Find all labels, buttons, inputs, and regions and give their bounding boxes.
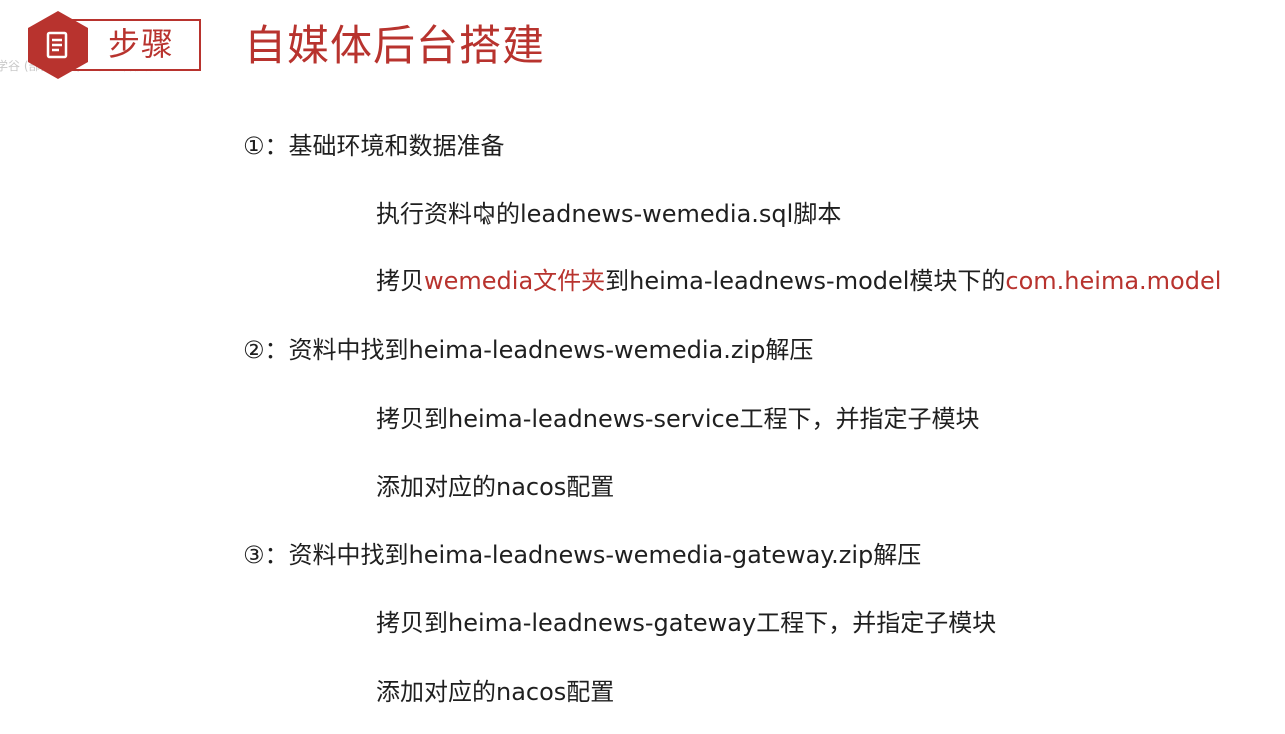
step-2-item-2: 添加对应的nacos配置: [376, 471, 614, 503]
page-title: 自媒体后台搭建: [244, 21, 546, 70]
step-3-heading: ③：资料中找到heima-leadnews-wemedia-gateway.zi…: [243, 539, 921, 571]
step-2-item-1-text: 拷贝到heima-leadnews-service工程下，并指定子模块: [376, 405, 980, 433]
step-3-item-1-text: 拷贝到heima-leadnews-gateway工程下，并指定子模块: [376, 609, 997, 637]
step-1-item-2-part-3: 到heima-leadnews-model模块下的: [605, 267, 1006, 295]
step-1-text: ：基础环境和数据准备: [264, 132, 505, 160]
step-2-text: ：资料中找到heima-leadnews-wemedia.zip解压: [264, 336, 814, 364]
step-1-item-1: 执行资料中的leadnews-wemedia.sql脚本: [376, 198, 841, 230]
step-2-item-2-text: 添加对应的nacos配置: [376, 473, 615, 501]
step-3-text: ：资料中找到heima-leadnews-wemedia-gateway.zip…: [264, 541, 922, 569]
step-3-item-1: 拷贝到heima-leadnews-gateway工程下，并指定子模块: [376, 607, 996, 639]
step-3-item-2: 添加对应的nacos配置: [376, 676, 614, 708]
step-2-heading: ②：资料中找到heima-leadnews-wemedia.zip解压: [243, 334, 813, 366]
step-1-heading: ①：基础环境和数据准备: [243, 130, 505, 162]
mouse-cursor-icon: [480, 205, 494, 225]
step-3-number: ③: [243, 541, 265, 569]
step-1-number: ①: [243, 132, 265, 160]
package-path-highlight: com.heima.model: [1005, 267, 1222, 295]
document-icon: [46, 31, 68, 59]
step-2-item-1: 拷贝到heima-leadnews-service工程下，并指定子模块: [376, 403, 980, 435]
step-1-item-1-text: 执行资料中的leadnews-wemedia.sql脚本: [376, 200, 842, 228]
step-1-item-2: 拷贝wemedia文件夹到heima-leadnews-model模块下的com…: [376, 265, 1221, 297]
wemedia-folder-highlight: wemedia文件夹: [424, 267, 606, 295]
step-3-item-2-text: 添加对应的nacos配置: [376, 678, 615, 706]
step-1-item-2-part-1: 拷贝: [376, 267, 424, 295]
step-2-number: ②: [243, 336, 265, 364]
step-badge-label: 步骤: [108, 25, 175, 63]
